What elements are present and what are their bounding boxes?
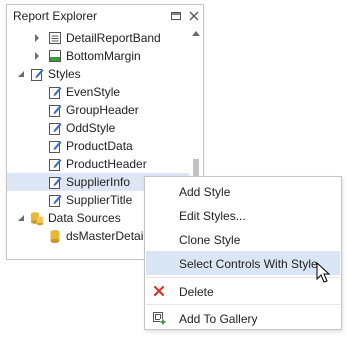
tree-item-groupheader[interactable]: GroupHeader <box>7 101 189 119</box>
margin-band-icon <box>49 50 61 62</box>
style-icon <box>49 159 62 171</box>
tree-item-styles[interactable]: Styles <box>7 65 189 83</box>
panel-header: Report Explorer <box>7 5 203 27</box>
database-icon <box>50 230 60 243</box>
tree-item-label: SupplierTitle <box>66 193 133 207</box>
detail-band-icon <box>49 32 61 44</box>
style-icon <box>49 105 62 117</box>
menu-item-edit-styles[interactable]: Edit Styles... <box>146 203 340 227</box>
style-icon <box>49 141 62 153</box>
tree-item-productdata[interactable]: ProductData <box>7 137 189 155</box>
expand-arrow-icon[interactable] <box>33 34 41 42</box>
styles-folder-icon <box>31 69 44 81</box>
menu-item-label: Delete <box>179 285 214 299</box>
menu-separator <box>146 277 340 278</box>
style-icon <box>49 177 62 189</box>
collapse-arrow-icon[interactable] <box>17 70 25 78</box>
menu-item-clone-style[interactable]: Clone Style <box>146 227 340 251</box>
tree-item-evenstyle[interactable]: EvenStyle <box>7 83 189 101</box>
tree-item-label: GroupHeader <box>66 103 139 117</box>
panel-title: Report Explorer <box>13 9 98 23</box>
tree-item-oddstyle[interactable]: OddStyle <box>7 119 189 137</box>
data-sources-icon <box>31 212 44 226</box>
add-to-gallery-icon <box>153 312 166 325</box>
menu-separator <box>146 304 340 305</box>
tree-item-label: Data Sources <box>48 211 121 225</box>
tree-item-label: ProductData <box>66 139 133 153</box>
style-icon <box>49 123 62 135</box>
tree-item-label: OddStyle <box>66 121 116 135</box>
tree-item-label: BottomMargin <box>66 49 141 63</box>
menu-item-label: Clone Style <box>179 233 241 247</box>
tree-item-label: ProductHeader <box>66 157 147 171</box>
menu-item-select-controls-with-style[interactable]: Select Controls With Style <box>146 251 340 275</box>
tree-item-label: DetailReportBand <box>66 31 161 45</box>
menu-item-add-to-gallery[interactable]: Add To Gallery <box>146 306 340 330</box>
menu-item-label: Add Style <box>179 185 231 199</box>
menu-item-add-style[interactable]: Add Style <box>146 179 340 203</box>
tree-item-label: Styles <box>48 67 81 81</box>
style-icon <box>49 87 62 99</box>
pin-icon[interactable] <box>169 9 183 23</box>
tree-item-detailreportband[interactable]: DetailReportBand <box>7 29 189 47</box>
menu-item-label: Edit Styles... <box>179 209 246 223</box>
collapse-arrow-icon[interactable] <box>17 214 25 222</box>
style-icon <box>49 195 62 207</box>
tree-item-label: SupplierInfo <box>66 175 131 189</box>
context-menu: Add Style Edit Styles... Clone Style Sel… <box>144 176 342 330</box>
tree-item-productheader[interactable]: ProductHeader <box>7 155 189 173</box>
scroll-up-icon[interactable] <box>192 30 200 36</box>
menu-item-delete[interactable]: Delete <box>146 279 340 303</box>
tree-item-bottommargin[interactable]: BottomMargin <box>7 47 189 65</box>
mouse-cursor-icon <box>316 262 331 283</box>
close-icon[interactable] <box>187 9 201 23</box>
tree-item-label: dsMasterDetail1 <box>66 229 153 243</box>
tree-item-label: EvenStyle <box>66 85 121 99</box>
menu-item-label: Select Controls With Style <box>179 257 318 271</box>
delete-icon <box>153 285 165 297</box>
expand-arrow-icon[interactable] <box>33 52 41 60</box>
menu-item-label: Add To Gallery <box>179 312 258 326</box>
